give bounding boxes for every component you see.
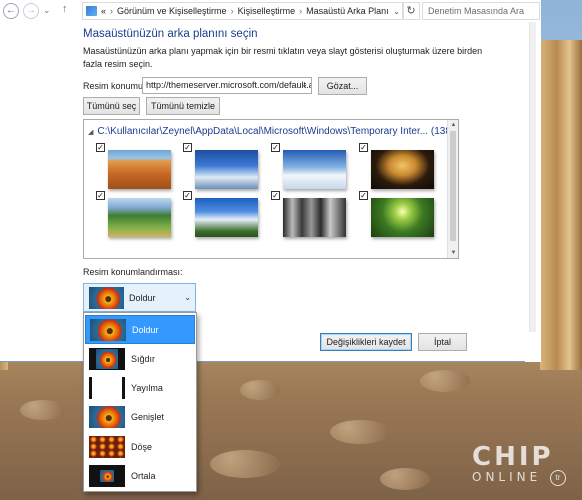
- position-selected-value: Doldur: [129, 293, 156, 303]
- browse-button[interactable]: Gözat...: [318, 77, 367, 95]
- refresh-icon[interactable]: ↻: [402, 2, 420, 20]
- page-description: Masaüstünüzün arka planı yapmak için bir…: [83, 46, 483, 69]
- wallpaper-checkbox[interactable]: ✓: [183, 191, 192, 200]
- back-arrow-icon[interactable]: ←: [3, 3, 19, 19]
- clear-all-button[interactable]: Tümünü temizle: [146, 97, 220, 115]
- breadcrumb-separator: ›: [299, 6, 303, 16]
- scrollbar-track[interactable]: [529, 22, 536, 332]
- select-all-button[interactable]: Tümünü seç: [83, 97, 140, 115]
- wallpaper-thumb-green-valley[interactable]: ✓: [96, 191, 171, 241]
- wallpaper-checkbox[interactable]: ✓: [359, 143, 368, 152]
- option-label: Ortala: [131, 471, 156, 481]
- gallery-scrollbar[interactable]: ▲ ▼: [447, 120, 458, 258]
- breadcrumb-desktop-background[interactable]: Masaüstü Arka Planı: [306, 6, 389, 16]
- collapse-triangle-icon[interactable]: ◢: [88, 129, 93, 136]
- position-option-span[interactable]: Yayılma: [85, 374, 195, 403]
- fit-position-icon: [89, 348, 125, 370]
- wallpaper-thumb-sunny-forest[interactable]: ✓: [359, 191, 434, 241]
- scroll-down-icon[interactable]: ▼: [448, 248, 458, 258]
- position-option-tile[interactable]: Döşe: [85, 433, 195, 462]
- watermark-brand: CHIP: [472, 442, 554, 472]
- control-panel-icon: [86, 6, 97, 16]
- desktop-rock: [330, 420, 390, 444]
- span-position-icon: [89, 377, 125, 399]
- watermark-tld: tr: [550, 470, 566, 486]
- location-select[interactable]: http://themeserver.microsoft.com/default…: [142, 77, 312, 94]
- gallery-group-header[interactable]: ◢ C:\Kullanıcılar\Zeynel\AppData\Local\Mi…: [88, 126, 454, 137]
- wallpaper-image[interactable]: [108, 150, 171, 189]
- wallpaper-gallery: ◢ C:\Kullanıcılar\Zeynel\AppData\Local\Mi…: [83, 119, 459, 259]
- desktop-cliff: [540, 40, 582, 370]
- desktop-rock: [240, 380, 280, 400]
- breadcrumb-separator: ›: [110, 6, 114, 16]
- location-value: http://themeserver.microsoft.com/default…: [146, 80, 312, 90]
- position-option-fill[interactable]: Doldur: [85, 315, 195, 344]
- breadcrumb[interactable]: « › Görünüm ve Kişiselleştirme › Kişisel…: [82, 2, 404, 20]
- wallpaper-image[interactable]: [108, 198, 171, 237]
- position-select[interactable]: Doldur ⌄: [83, 283, 196, 312]
- option-label: Doldur: [132, 325, 159, 335]
- desktop-background-window: ← → ⌄ ↑ « › Görünüm ve Kişiselleştirme ›…: [0, 0, 541, 362]
- option-label: Yayılma: [131, 383, 163, 393]
- wallpaper-thumb-bw-forest[interactable]: ✓: [271, 191, 346, 241]
- wallpaper-image[interactable]: [195, 150, 258, 189]
- desktop-rock: [420, 370, 470, 392]
- scroll-up-icon[interactable]: ▲: [448, 120, 458, 130]
- wallpaper-checkbox[interactable]: ✓: [183, 143, 192, 152]
- address-bar: ← → ⌄ ↑ « › Görünüm ve Kişiselleştirme ›…: [0, 0, 541, 22]
- breadcrumb-separator: ›: [230, 6, 234, 16]
- chevron-down-icon[interactable]: ⌄: [393, 7, 400, 16]
- position-option-fit[interactable]: Sığdır: [85, 345, 195, 374]
- up-arrow-icon[interactable]: ↑: [62, 3, 68, 15]
- search-input[interactable]: Denetim Masasında Ara: [422, 2, 540, 20]
- gallery-path: C:\Kullanıcılar\Zeynel\AppData\Local\Mic…: [97, 126, 429, 137]
- wallpaper-checkbox[interactable]: ✓: [271, 143, 280, 152]
- cancel-button[interactable]: İptal: [418, 333, 467, 351]
- window-scrollbar[interactable]: [525, 22, 541, 362]
- wallpaper-thumb-snowy-mountain[interactable]: ✓: [271, 143, 346, 193]
- breadcrumb-appearance[interactable]: Görünüm ve Kişiselleştirme: [117, 6, 227, 16]
- stretch-position-icon: [89, 406, 125, 428]
- position-dropdown-list: Doldur Sığdır Yayılma Genişlet Döşe Orta…: [83, 312, 197, 492]
- option-label: Genişlet: [131, 412, 165, 422]
- breadcrumb-overflow[interactable]: «: [101, 6, 106, 16]
- wallpaper-checkbox[interactable]: ✓: [96, 143, 105, 152]
- wallpaper-checkbox[interactable]: ✓: [359, 191, 368, 200]
- forward-arrow-icon[interactable]: →: [23, 3, 39, 19]
- tile-position-icon: [89, 436, 125, 458]
- fill-position-icon: [89, 287, 124, 309]
- chevron-down-icon[interactable]: ⌄: [43, 5, 51, 16]
- wallpaper-thumb-stone-arches[interactable]: ✓: [359, 143, 434, 193]
- wallpaper-checkbox[interactable]: ✓: [271, 191, 280, 200]
- location-label: Resim konumu:: [83, 81, 146, 91]
- position-label: Resim konumlandırması:: [83, 267, 183, 277]
- desktop-rock: [20, 400, 65, 420]
- wallpaper-image[interactable]: [195, 198, 258, 237]
- option-label: Sığdır: [131, 354, 156, 364]
- desktop-rock: [210, 450, 280, 478]
- wallpaper-image[interactable]: [371, 198, 434, 237]
- option-label: Döşe: [131, 442, 153, 452]
- fill-position-icon: [90, 319, 126, 341]
- center-position-icon: [89, 465, 125, 487]
- position-option-center[interactable]: Ortala: [85, 462, 195, 491]
- chevron-down-icon: ⌄: [301, 80, 308, 89]
- chevron-down-icon: ⌄: [184, 293, 191, 302]
- wallpaper-thumb-desert[interactable]: ✓: [96, 143, 171, 193]
- wallpaper-thumb-snowy-forest[interactable]: ✓: [183, 143, 258, 193]
- page-title: Masaüstünüzün arka planını seçin: [83, 28, 258, 40]
- position-option-stretch[interactable]: Genişlet: [85, 403, 195, 432]
- wallpaper-image[interactable]: [371, 150, 434, 189]
- wallpaper-checkbox[interactable]: ✓: [96, 191, 105, 200]
- save-changes-button[interactable]: Değişiklikleri kaydet: [320, 333, 412, 351]
- desktop-rock: [380, 468, 430, 490]
- scrollbar-thumb[interactable]: [450, 131, 456, 241]
- breadcrumb-personalization[interactable]: Kişiselleştirme: [238, 6, 296, 16]
- wallpaper-image[interactable]: [283, 150, 346, 189]
- wallpaper-image[interactable]: [283, 198, 346, 237]
- wallpaper-thumb-cloudy-hills[interactable]: ✓: [183, 191, 258, 241]
- chip-online-watermark: CHIP ONLINE tr: [472, 444, 572, 494]
